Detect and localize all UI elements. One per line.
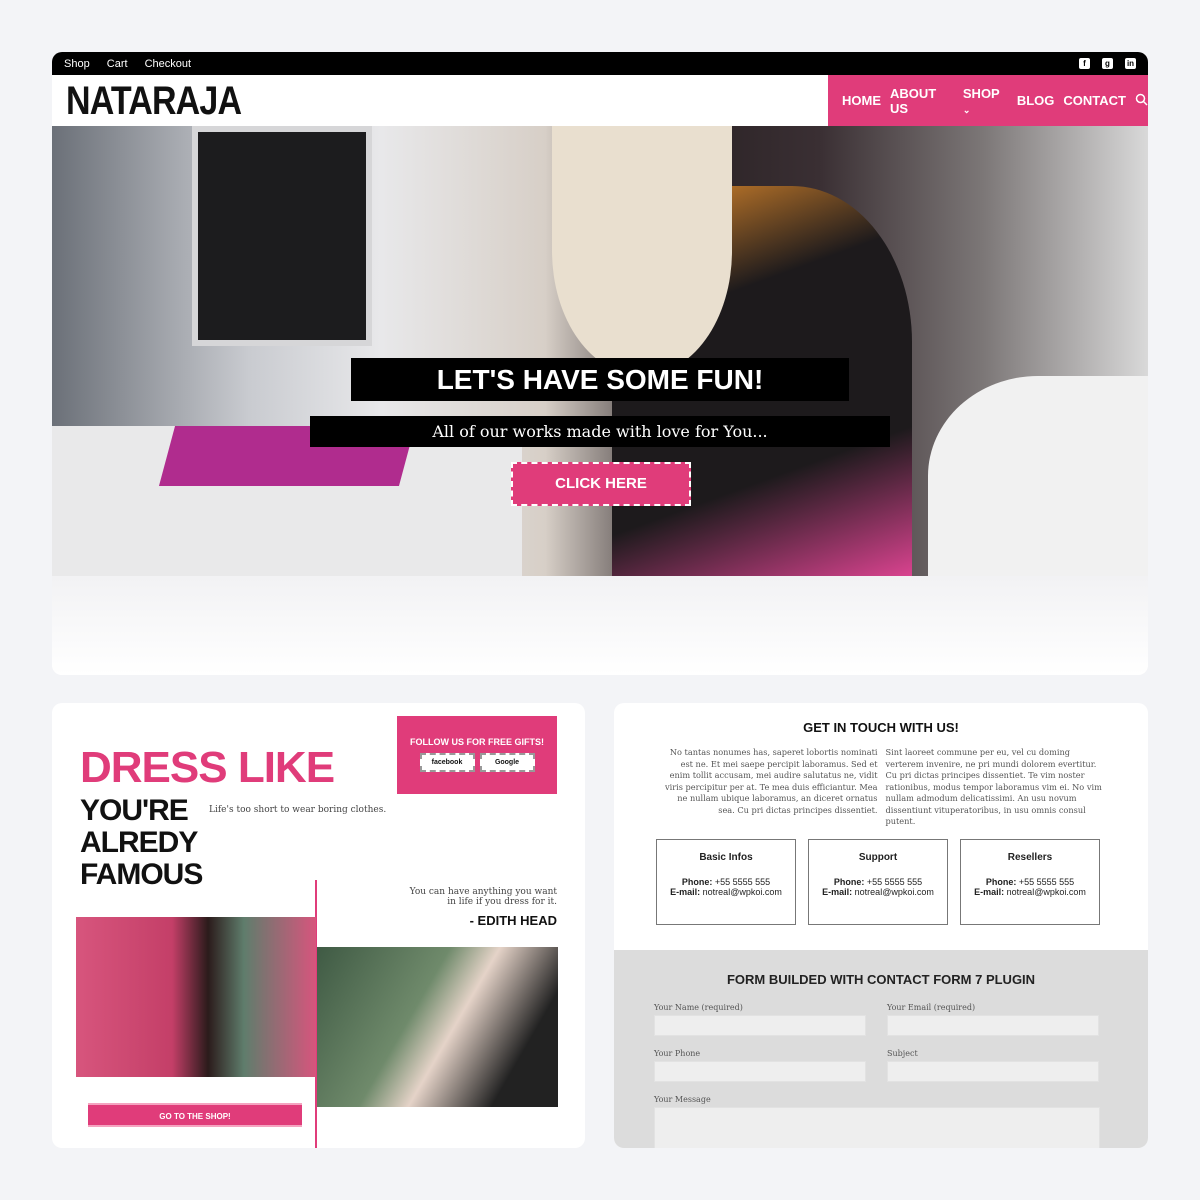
message-label: Your Message: [654, 1095, 711, 1104]
email[interactable]: notreal@wpkoi.com: [1007, 887, 1086, 897]
phone-label: Phone:: [833, 877, 865, 887]
phone: +55 5555 555: [1018, 877, 1075, 887]
email-label: E-mail:: [822, 887, 853, 897]
email-label: Your Email (required): [887, 1003, 976, 1012]
main-nav: HOME ABOUT US SHOP ⌄ BLOG CONTACT: [828, 75, 1148, 126]
message-textarea[interactable]: [654, 1107, 1100, 1148]
nav-blog[interactable]: BLOG: [1017, 93, 1055, 108]
box-title: Resellers: [1007, 852, 1053, 863]
chevron-down-icon: ⌄: [962, 104, 971, 115]
info-box-resellers: Resellers Phone: +55 5555 555 E-mail: notr…: [960, 839, 1100, 925]
contact-text-col2: Sint laoreet commune per eu, vel cu domi…: [885, 747, 1102, 826]
subject-label: Subject: [887, 1049, 918, 1058]
contact-title: GET IN TOUCH WITH US!: [803, 720, 959, 735]
promo-tagline: Life's too short to wear boring clothes.: [209, 805, 387, 815]
google-button[interactable]: Google: [479, 753, 535, 772]
google-plus-icon[interactable]: g: [1102, 58, 1113, 69]
subject-input[interactable]: [887, 1061, 1099, 1082]
info-box-support: Support Phone: +55 5555 555 E-mail: notrea…: [808, 839, 948, 925]
nav-about[interactable]: ABOUT US: [890, 86, 954, 116]
email[interactable]: notreal@wpkoi.com: [855, 887, 934, 897]
follow-title: FOLLOW US FOR FREE GIFTS!: [410, 737, 544, 747]
click-here-button[interactable]: CLICK HERE: [511, 462, 691, 506]
nav-shop[interactable]: SHOP ⌄: [963, 86, 1008, 116]
box-title: Support: [858, 852, 898, 863]
facebook-icon[interactable]: f: [1079, 58, 1090, 69]
follow-box: FOLLOW US FOR FREE GIFTS! facebook Googl…: [397, 716, 557, 794]
linkedin-icon[interactable]: in: [1125, 58, 1136, 69]
info-box-basic: Basic Infos Phone: +55 5555 555 E-mail: no…: [656, 839, 796, 925]
contact-preview: GET IN TOUCH WITH US! No tantas nonumes …: [614, 703, 1148, 1148]
hero-banner: LET'S HAVE SOME FUN! All of our works ma…: [52, 126, 1148, 576]
hero-image-monitor: [192, 126, 372, 346]
hero-fade: [52, 576, 1148, 675]
box-title: Basic Infos: [699, 852, 753, 863]
site-logo[interactable]: NATARAJA: [66, 79, 242, 124]
model-photo-2: [317, 947, 558, 1107]
topbar-link-checkout[interactable]: Checkout: [145, 58, 191, 70]
email-input[interactable]: [887, 1015, 1099, 1036]
topbar-link-cart[interactable]: Cart: [107, 58, 128, 70]
go-to-shop-button[interactable]: GO TO THE SHOP!: [88, 1103, 302, 1127]
hero-image-cloth: [928, 376, 1148, 576]
hero-title: LET'S HAVE SOME FUN!: [351, 358, 849, 401]
phone: +55 5555 555: [714, 877, 771, 887]
promo-headline: DRESS LIKE: [80, 743, 335, 792]
email[interactable]: notreal@wpkoi.com: [703, 887, 782, 897]
email-label: E-mail:: [974, 887, 1005, 897]
contact-text-col1: No tantas nonumes has, saperet lobortis …: [664, 747, 878, 815]
phone-label: Your Phone: [654, 1049, 701, 1058]
phone-label: Phone:: [985, 877, 1017, 887]
search-icon[interactable]: [1135, 93, 1148, 109]
quote-author: - EDITH HEAD: [469, 913, 557, 928]
site-header: NATARAJA HOME ABOUT US SHOP ⌄ BLOG CONTA…: [52, 75, 1148, 126]
contact-text: No tantas nonumes has, saperet lobortis …: [659, 747, 1104, 828]
phone: +55 5555 555: [866, 877, 923, 887]
nav-shop-label: SHOP: [962, 85, 1000, 101]
homepage-preview: Shop Cart Checkout f g in NATARAJA HOME …: [52, 52, 1148, 675]
nav-home[interactable]: HOME: [842, 93, 881, 108]
phone-label: Phone:: [681, 877, 713, 887]
topbar-link-shop[interactable]: Shop: [64, 58, 90, 70]
hero-image-model: [552, 126, 732, 376]
form-title: FORM BUILDED WITH CONTACT FORM 7 PLUGIN: [726, 972, 1036, 987]
nav-contact[interactable]: CONTACT: [1063, 93, 1126, 108]
facebook-button[interactable]: facebook: [419, 753, 475, 772]
email-label: E-mail:: [670, 887, 701, 897]
top-bar: Shop Cart Checkout f g in: [52, 52, 1148, 75]
name-input[interactable]: [654, 1015, 866, 1036]
contact-form: FORM BUILDED WITH CONTACT FORM 7 PLUGIN …: [614, 950, 1148, 1148]
hero-subtitle: All of our works made with love for You.…: [310, 416, 890, 447]
promo-preview: DRESS LIKE YOU'RE ALREDY FAMOUS Life's t…: [52, 703, 585, 1148]
phone-input[interactable]: [654, 1061, 866, 1082]
quote-text: You can have anything you want in life i…: [409, 887, 557, 907]
name-label: Your Name (required): [654, 1003, 743, 1012]
model-photo-1: [76, 917, 316, 1077]
